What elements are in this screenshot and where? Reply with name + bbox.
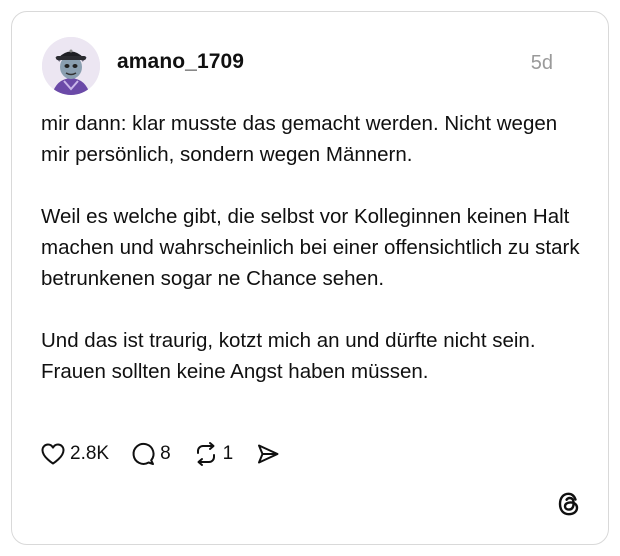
like-count: 2.8K	[70, 443, 110, 464]
timestamp: 5d	[530, 52, 553, 74]
username[interactable]: amano_1709	[117, 50, 244, 74]
send-icon	[255, 442, 281, 466]
post-paragraph: Weil es welche gibt, die selbst vor Koll…	[41, 205, 580, 290]
post-paragraph: mir dann: klar musste das gemacht werden…	[41, 112, 558, 166]
post-paragraph: Und das ist traurig, kotzt mich an und d…	[41, 329, 536, 383]
heart-icon	[40, 442, 66, 466]
reply-button[interactable]: 8	[130, 441, 171, 467]
repost-count: 1	[222, 443, 234, 464]
action-bar: 2.8K 8 1	[40, 439, 281, 469]
avatar[interactable]	[42, 37, 100, 95]
comment-icon	[130, 441, 156, 467]
threads-logo-icon	[556, 490, 582, 518]
reply-count: 8	[160, 443, 171, 464]
post-body: mir dann: klar musste das gemacht werden…	[41, 108, 586, 387]
like-button[interactable]: 2.8K	[40, 442, 109, 466]
share-button[interactable]	[255, 442, 281, 466]
post-card: amano_1709 5d mir dann: klar musste das …	[11, 11, 609, 545]
repost-button[interactable]: 1	[193, 441, 234, 467]
avatar-image	[42, 37, 100, 95]
repost-icon	[193, 441, 219, 467]
